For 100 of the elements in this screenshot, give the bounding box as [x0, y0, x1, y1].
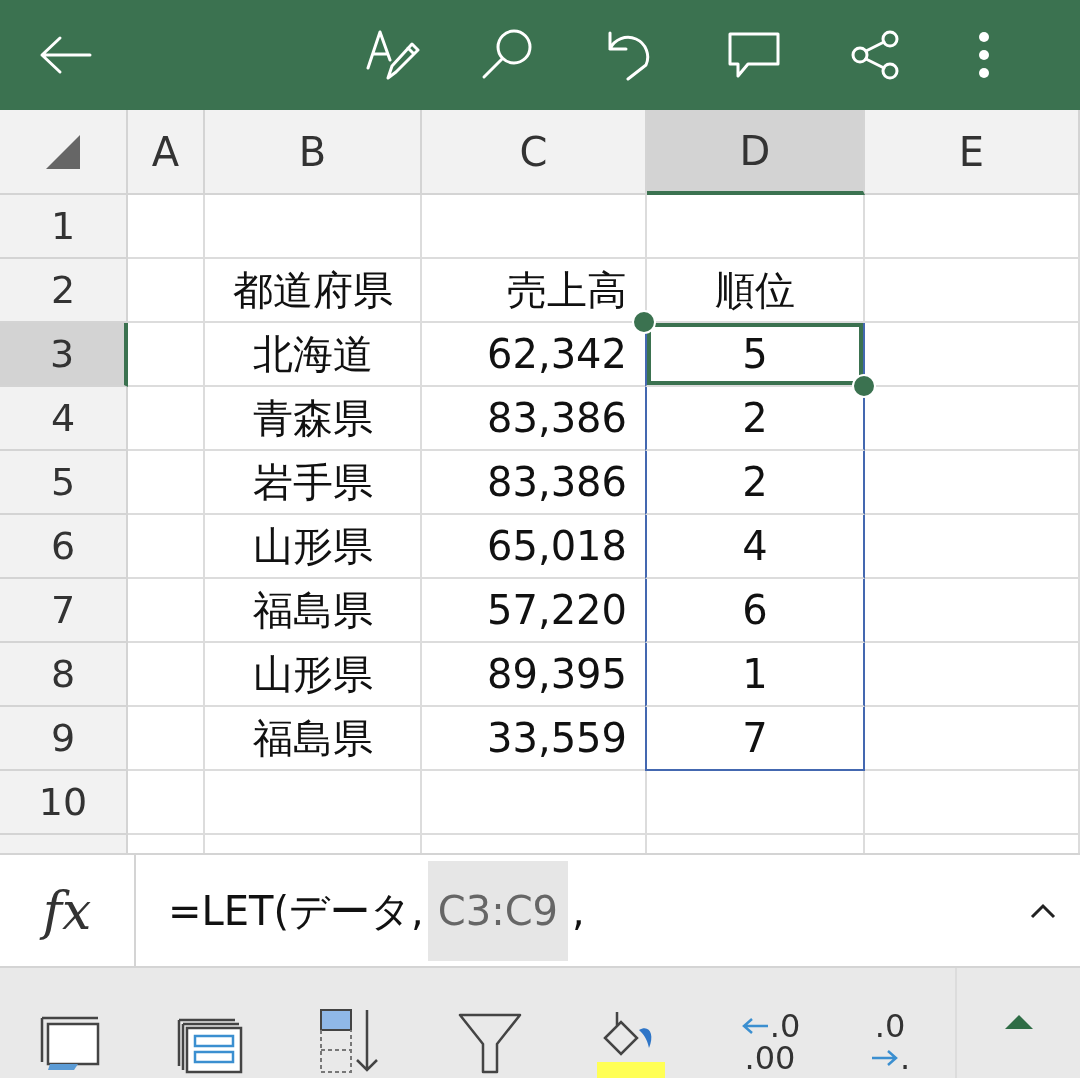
cell-text: 89,395 [487, 650, 627, 699]
table-cell[interactable] [865, 451, 1080, 515]
table-cell[interactable] [128, 515, 205, 579]
table-cell[interactable]: 福島県 [205, 707, 422, 771]
table-cell[interactable] [647, 195, 865, 259]
row-header[interactable]: 5 [0, 451, 128, 515]
table-cell[interactable]: 2 [645, 451, 865, 515]
row-header[interactable]: 8 [0, 643, 128, 707]
table-cell[interactable] [128, 387, 205, 451]
table-cell[interactable] [128, 643, 205, 707]
decimal-label: .0 [769, 1010, 801, 1042]
row-header[interactable]: 2 [0, 259, 128, 323]
cell-text: 4 [742, 522, 768, 571]
column-header[interactable]: C [422, 110, 647, 195]
decrease-decimal-button[interactable]: .0 . [869, 1010, 911, 1074]
table-cell[interactable] [205, 195, 422, 259]
table-cell[interactable]: 都道府県 [205, 259, 422, 323]
cell-text: 62,342 [487, 330, 627, 379]
row-header[interactable]: 7 [0, 579, 128, 643]
formula-input[interactable]: =LET(データ, C3:C9 , [136, 855, 1080, 966]
table-cell[interactable] [865, 771, 1080, 835]
back-icon[interactable] [38, 35, 94, 75]
table-cell[interactable] [865, 707, 1080, 771]
cell-text: 57,220 [487, 586, 627, 635]
table-cell[interactable] [128, 579, 205, 643]
table-cell[interactable] [128, 323, 205, 387]
row-header[interactable]: 4 [0, 387, 128, 451]
comment-icon[interactable] [726, 30, 782, 80]
cell-text: 83,386 [487, 394, 627, 443]
function-button[interactable]: fx [0, 855, 136, 966]
column-header[interactable]: B [205, 110, 422, 195]
cell-text: 山形県 [252, 650, 373, 699]
table-cell[interactable]: 5 [645, 323, 865, 387]
table-cell[interactable]: 65,018 [422, 515, 647, 579]
row-header[interactable]: 10 [0, 771, 128, 835]
table-cell[interactable]: 4 [645, 515, 865, 579]
selection-handle[interactable] [852, 374, 876, 398]
arrow-icon [869, 1048, 900, 1068]
table-cell[interactable]: 青森県 [205, 387, 422, 451]
table-cell[interactable]: 1 [645, 643, 865, 707]
table-cell[interactable] [422, 195, 647, 259]
row-header[interactable]: 1 [0, 195, 128, 259]
table-cell[interactable]: 北海道 [205, 323, 422, 387]
expand-triangle-icon[interactable] [1004, 1013, 1033, 1029]
select-all-corner[interactable] [0, 110, 128, 195]
more-icon[interactable] [976, 30, 992, 80]
range-reference: C3:C9 [427, 860, 569, 961]
row-header[interactable] [0, 835, 128, 853]
cell-text: 7 [742, 714, 768, 763]
cell-text: 青森県 [252, 394, 373, 443]
table-cell[interactable] [128, 259, 205, 323]
table-cell[interactable] [128, 451, 205, 515]
table-cell[interactable]: 山形県 [205, 643, 422, 707]
decimal-label: . [899, 1042, 911, 1074]
table-cell[interactable] [865, 579, 1080, 643]
column-header[interactable]: A [128, 110, 205, 195]
table-cell[interactable]: 89,395 [422, 643, 647, 707]
cell-text: 65,018 [487, 522, 627, 571]
table-cell[interactable] [128, 195, 205, 259]
column-header[interactable]: E [865, 110, 1080, 195]
cell-text: 6 [742, 586, 768, 635]
table-cell[interactable]: 山形県 [205, 515, 422, 579]
cell-text: 岩手県 [252, 458, 373, 507]
cell-text: 2 [742, 394, 768, 443]
row-header[interactable]: 3 [0, 323, 128, 387]
table-cell[interactable] [422, 771, 647, 835]
table-cell[interactable]: 57,220 [422, 579, 647, 643]
table-cell[interactable]: 6 [645, 579, 865, 643]
formula-text: =LET(データ, [168, 886, 424, 936]
filter-icon[interactable] [457, 1012, 523, 1074]
table-cell[interactable] [128, 771, 205, 835]
cell-text: 5 [742, 330, 768, 379]
table-cell[interactable] [865, 259, 1080, 323]
table-cell[interactable]: 岩手県 [205, 451, 422, 515]
table-cell[interactable] [205, 771, 422, 835]
column-header[interactable]: D [647, 110, 865, 195]
table-icon[interactable] [177, 1018, 243, 1074]
table-cell[interactable] [865, 643, 1080, 707]
table-cell[interactable] [647, 771, 865, 835]
decimal-label: .0 [874, 1010, 906, 1042]
table-cell[interactable]: 83,386 [422, 387, 647, 451]
table-cell[interactable] [128, 707, 205, 771]
table-cell[interactable]: 福島県 [205, 579, 422, 643]
increase-decimal-button[interactable]: .0 .00 [739, 1010, 801, 1074]
row-header[interactable]: 6 [0, 515, 128, 579]
formula-text: , [572, 886, 585, 936]
table-cell[interactable] [865, 515, 1080, 579]
selection-handle[interactable] [632, 310, 656, 334]
cell-text: 売上高 [507, 266, 627, 315]
spelling-pen-icon[interactable] [366, 28, 420, 82]
cell-text: 北海道 [252, 330, 373, 379]
table-cell[interactable]: 7 [645, 707, 865, 771]
corner-triangle-icon [46, 134, 80, 169]
table-cell[interactable] [865, 195, 1080, 259]
decimal-label: .00 [744, 1042, 796, 1074]
row-header[interactable]: 9 [0, 707, 128, 771]
collapse-caret-icon[interactable] [1030, 902, 1056, 919]
cell-text: 都道府県 [232, 266, 393, 315]
table-cell[interactable]: 83,386 [422, 451, 647, 515]
table-cell[interactable]: 33,559 [422, 707, 647, 771]
